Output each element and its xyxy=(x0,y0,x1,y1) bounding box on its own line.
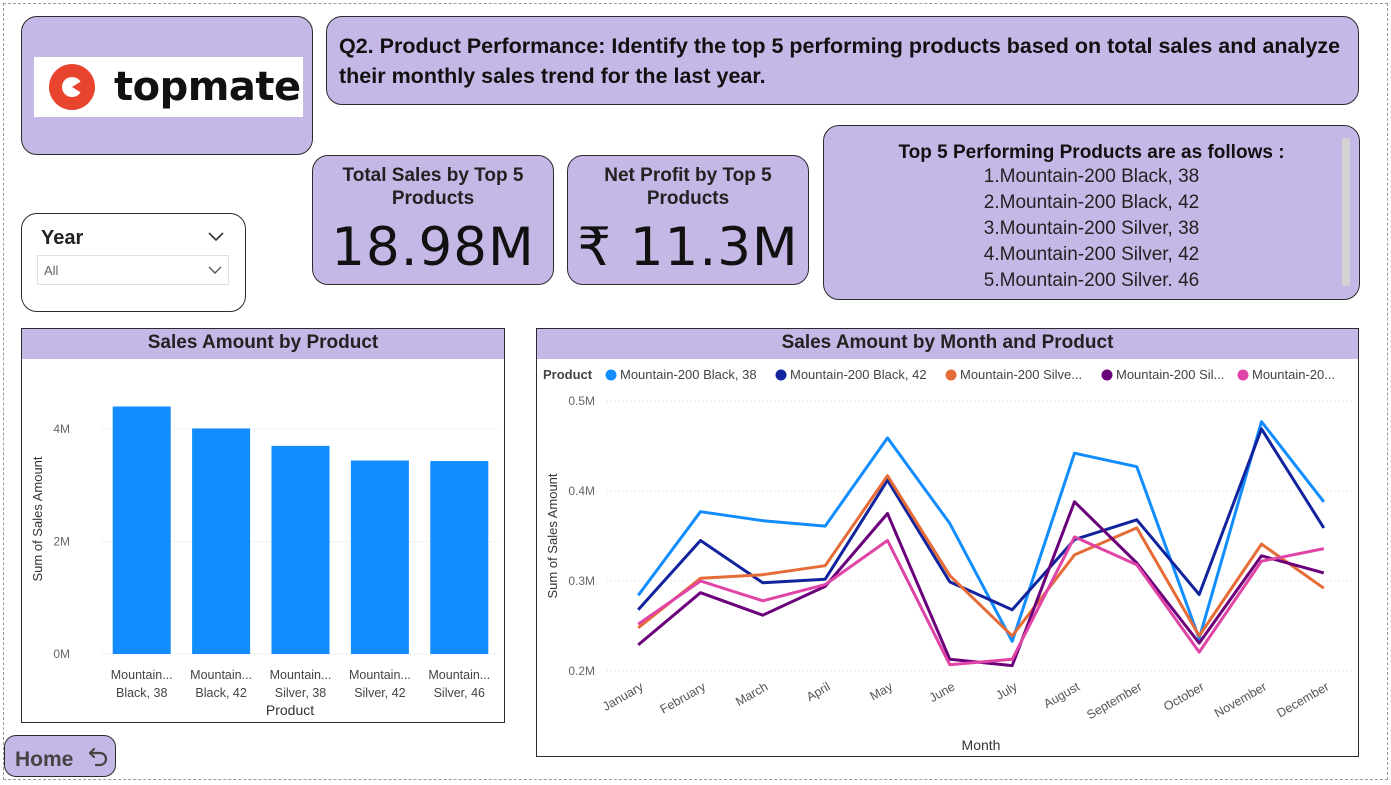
y-tick-label: 0.4M xyxy=(568,484,595,498)
legend-marker xyxy=(1237,369,1249,381)
home-button-label: Home xyxy=(15,748,74,771)
legend-item: Mountain-200 Black, 38 xyxy=(620,367,757,382)
logo-text: topmate xyxy=(114,64,301,110)
x-tick-label: August xyxy=(1041,679,1082,711)
legend-marker xyxy=(1101,369,1113,381)
x-tick-label: Black, 42 xyxy=(195,686,246,700)
kpi-net-profit-card: Net Profit by Top 5 Products ₹ 11.3M xyxy=(567,155,809,285)
series-line xyxy=(637,535,1325,667)
return-arrow-icon xyxy=(88,747,108,767)
legend-marker xyxy=(775,369,787,381)
bar xyxy=(112,406,171,654)
year-dropdown[interactable]: All xyxy=(37,255,229,285)
year-slicer: Year All xyxy=(21,213,246,312)
y-axis-title: Sum of Sales Amount xyxy=(30,456,45,581)
top5-list-item: 3.Mountain-200 Silver, 38 xyxy=(983,218,1200,239)
top5-list-item: 5.Mountain-200 Silver. 46 xyxy=(983,270,1200,291)
y-tick-label: 0M xyxy=(53,647,70,661)
line-chart: 0.2M 0.3M 0.4M 0.5M Sum of Sales Amount Janua… xyxy=(543,367,1355,753)
bar xyxy=(430,461,489,654)
top5-list-item: 1.Mountain-200 Black, 38 xyxy=(983,166,1200,187)
x-tick-label: January xyxy=(600,679,646,714)
home-button[interactable]: Home xyxy=(4,735,116,777)
legend-marker xyxy=(945,369,957,381)
x-tick-label: Mountain... xyxy=(111,668,173,682)
x-axis-title: Month xyxy=(962,737,1001,753)
x-tick-label: February xyxy=(658,679,709,717)
x-tick-label: July xyxy=(993,679,1020,703)
y-tick-label: 2M xyxy=(53,535,70,549)
x-tick-label: October xyxy=(1161,679,1207,713)
y-tick-label: 0.5M xyxy=(568,394,595,408)
top5-list-item: 2.Mountain-200 Black, 42 xyxy=(983,192,1200,213)
kpi-net-profit-label: Net Profit by Top 5 Products xyxy=(604,165,772,209)
bar xyxy=(350,460,409,654)
x-tick-label: Black, 38 xyxy=(116,686,167,700)
top5-scrollbar[interactable] xyxy=(1342,138,1350,286)
x-tick-label: Silver, 42 xyxy=(354,686,405,700)
bar xyxy=(271,445,330,654)
chevron-down-icon xyxy=(208,266,222,274)
kpi-total-sales-label: Total Sales by Top 5 Products xyxy=(342,165,524,209)
kpi-total-sales-card: Total Sales by Top 5 Products 18.98M xyxy=(312,155,554,285)
question-text: Q2. Product Performance: Identify the to… xyxy=(339,34,1341,88)
legend-marker xyxy=(605,369,617,381)
bar-chart-panel: Sales Amount by Product 0M 2M 4M Sum of Sal… xyxy=(21,328,505,723)
x-tick-label: Silver, 38 xyxy=(275,686,326,700)
legend-title: Product xyxy=(543,367,593,382)
x-tick-label: Mountain... xyxy=(190,668,252,682)
x-tick-label: Mountain... xyxy=(270,668,332,682)
year-slicer-title: Year xyxy=(41,227,84,249)
bar xyxy=(192,428,251,654)
kpi-total-sales-value: 18.98M xyxy=(331,217,535,278)
top5-products-card: Top 5 Performing Products are as follows… xyxy=(823,125,1360,300)
top5-list-item: 4.Mountain-200 Silver, 42 xyxy=(983,244,1200,265)
topmate-logo-icon xyxy=(49,64,95,110)
legend-item: Mountain-200 Silve... xyxy=(960,367,1082,382)
line-chart-panel: Sales Amount by Month and Product 0.2M 0.… xyxy=(536,328,1359,757)
y-tick-label: 4M xyxy=(53,422,70,436)
question-card: Q2. Product Performance: Identify the to… xyxy=(326,16,1359,105)
bar-chart: 0M 2M 4M Sum of Sales Amount Mountain... Blac… xyxy=(30,406,499,718)
x-tick-label: June xyxy=(927,679,958,705)
x-tick-label: September xyxy=(1084,679,1144,722)
x-tick-label: Mountain... xyxy=(349,668,411,682)
y-tick-label: 0.2M xyxy=(568,664,595,678)
x-axis-title: Product xyxy=(266,702,314,718)
year-dropdown-value: All xyxy=(44,263,59,278)
kpi-net-profit-value: ₹ 11.3M xyxy=(577,217,799,278)
x-tick-label: Mountain... xyxy=(428,668,490,682)
legend-item: Mountain-200 Sil... xyxy=(1116,367,1224,382)
x-tick-label: May xyxy=(868,679,896,703)
x-tick-label: December xyxy=(1274,679,1331,720)
x-tick-label: April xyxy=(804,679,833,704)
logo: topmate xyxy=(34,57,303,117)
x-tick-label: November xyxy=(1212,679,1269,720)
legend-item: Mountain-200 Black, 42 xyxy=(790,367,927,382)
x-tick-label: Silver, 46 xyxy=(434,686,485,700)
top5-title: Top 5 Performing Products are as follows… xyxy=(898,142,1285,163)
legend-item: Mountain-20... xyxy=(1252,367,1335,382)
chevron-down-icon[interactable] xyxy=(207,230,225,242)
y-axis-title: Sum of Sales Amount xyxy=(545,473,560,598)
y-tick-label: 0.3M xyxy=(568,574,595,588)
logo-card: topmate xyxy=(21,16,313,155)
x-tick-label: March xyxy=(733,679,770,709)
